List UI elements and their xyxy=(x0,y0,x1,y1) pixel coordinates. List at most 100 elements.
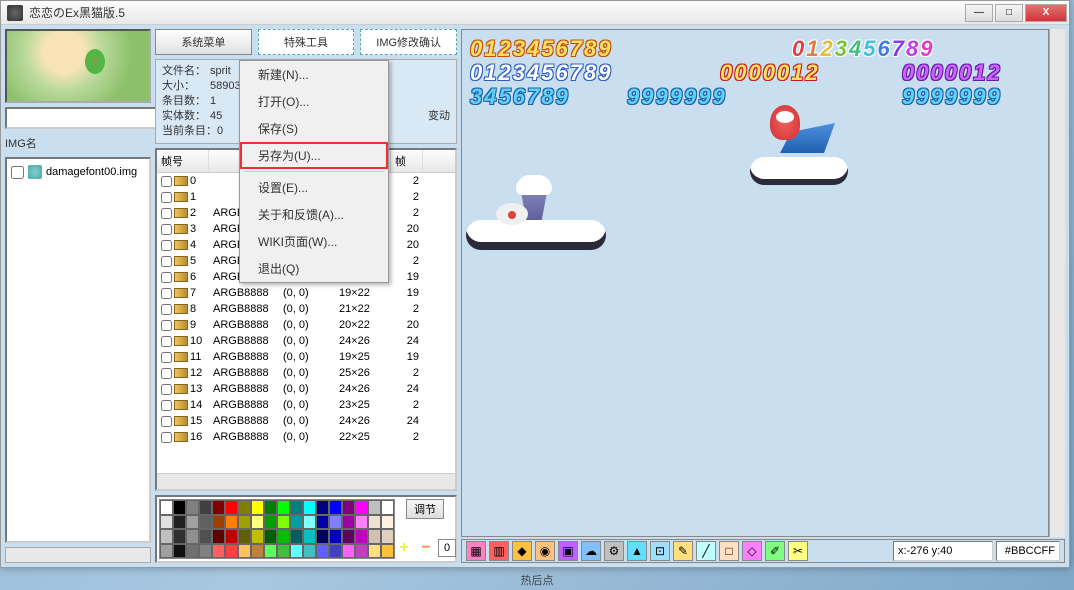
palette-swatch[interactable] xyxy=(368,515,381,530)
table-hscrollbar[interactable] xyxy=(157,473,455,489)
sprite-preview-canvas[interactable]: 0123456789 0123456789 0123456789 0000012… xyxy=(461,29,1049,537)
img-list[interactable]: damagefont00.img xyxy=(5,157,151,543)
palette-swatch[interactable] xyxy=(173,500,186,515)
palette-swatch[interactable] xyxy=(225,500,238,515)
palette-swatch[interactable] xyxy=(303,544,316,559)
cloud-icon[interactable]: ☁ xyxy=(581,541,601,561)
minimize-button[interactable]: — xyxy=(965,4,993,22)
palette-swatch[interactable] xyxy=(251,515,264,530)
palette-swatch[interactable] xyxy=(212,529,225,544)
rect-icon[interactable]: □ xyxy=(719,541,739,561)
row-checkbox[interactable] xyxy=(161,368,172,379)
palette-swatch[interactable] xyxy=(251,500,264,515)
palette-swatch[interactable] xyxy=(329,515,342,530)
palette-swatch[interactable] xyxy=(186,500,199,515)
menu-exit[interactable]: 退出(Q) xyxy=(240,255,388,282)
row-checkbox[interactable] xyxy=(161,272,172,283)
row-checkbox[interactable] xyxy=(161,432,172,443)
palette-swatch[interactable] xyxy=(264,544,277,559)
film-icon[interactable]: ▣ xyxy=(558,541,578,561)
palette-swatch[interactable] xyxy=(303,529,316,544)
magnify-icon[interactable]: ⚙ xyxy=(604,541,624,561)
table-row[interactable]: 10ARGB8888(0, 0)24×2624 xyxy=(157,333,455,349)
grid-icon[interactable]: ▦ xyxy=(466,541,486,561)
special-tools-button[interactable]: 特殊工具 xyxy=(258,29,355,55)
menu-new[interactable]: 新建(N)... xyxy=(240,61,388,88)
palette-swatch[interactable] xyxy=(342,544,355,559)
row-checkbox[interactable] xyxy=(161,224,172,235)
row-checkbox[interactable] xyxy=(161,384,172,395)
palette-swatch[interactable] xyxy=(303,500,316,515)
palette-swatch[interactable] xyxy=(251,544,264,559)
table-row[interactable]: 7ARGB8888(0, 0)19×2219 xyxy=(157,285,455,301)
palette-swatch[interactable] xyxy=(160,529,173,544)
palette-swatch[interactable] xyxy=(316,515,329,530)
palette-swatch[interactable] xyxy=(186,544,199,559)
menu-wiki[interactable]: WIKI页面(W)... xyxy=(240,228,388,255)
palette-swatch[interactable] xyxy=(238,500,251,515)
palette-swatch[interactable] xyxy=(264,529,277,544)
palette-swatch[interactable] xyxy=(186,529,199,544)
palette-swatch[interactable] xyxy=(251,529,264,544)
palette-swatch[interactable] xyxy=(277,544,290,559)
menu-about[interactable]: 关于和反馈(A)... xyxy=(240,201,388,228)
row-checkbox[interactable] xyxy=(161,336,172,347)
palette-swatch[interactable] xyxy=(173,529,186,544)
palette-swatch[interactable] xyxy=(173,515,186,530)
img-item-checkbox[interactable] xyxy=(11,166,24,179)
menu-settings[interactable]: 设置(E)... xyxy=(240,174,388,201)
row-checkbox[interactable] xyxy=(161,400,172,411)
palette-swatch[interactable] xyxy=(199,529,212,544)
row-checkbox[interactable] xyxy=(161,208,172,219)
palette-swatch[interactable] xyxy=(212,515,225,530)
palette-swatch[interactable] xyxy=(277,515,290,530)
palette-swatch[interactable] xyxy=(290,529,303,544)
palette-swatch[interactable] xyxy=(277,529,290,544)
palette-swatch[interactable] xyxy=(290,500,303,515)
palette-swatch[interactable] xyxy=(381,515,394,530)
table-row[interactable]: 15ARGB8888(0, 0)24×2624 xyxy=(157,413,455,429)
palette-swatch[interactable] xyxy=(342,515,355,530)
palette-swatch[interactable] xyxy=(160,500,173,515)
palette-swatch[interactable] xyxy=(303,515,316,530)
palette-swatch[interactable] xyxy=(225,515,238,530)
palette-swatch[interactable] xyxy=(329,544,342,559)
palette-swatch[interactable] xyxy=(381,500,394,515)
palette-swatch[interactable] xyxy=(238,529,251,544)
palette-swatch[interactable] xyxy=(381,544,394,559)
crop-icon[interactable]: ⊡ xyxy=(650,541,670,561)
line-icon[interactable]: ╱ xyxy=(696,541,716,561)
row-checkbox[interactable] xyxy=(161,320,172,331)
palette-swatch[interactable] xyxy=(199,500,212,515)
row-checkbox[interactable] xyxy=(161,256,172,267)
palette-swatch[interactable] xyxy=(368,544,381,559)
palette-swatch[interactable] xyxy=(264,515,277,530)
menu-saveas[interactable]: 另存为(U)... xyxy=(240,142,388,169)
preview-vscrollbar[interactable] xyxy=(1049,29,1065,537)
palette-swatch[interactable] xyxy=(264,500,277,515)
palette-swatch[interactable] xyxy=(381,529,394,544)
table-row[interactable]: 8ARGB8888(0, 0)21×222 xyxy=(157,301,455,317)
cat-icon[interactable]: ◉ xyxy=(535,541,555,561)
row-checkbox[interactable] xyxy=(161,304,172,315)
palette-swatch[interactable] xyxy=(316,500,329,515)
palette-swatch[interactable] xyxy=(316,529,329,544)
palette-swatch[interactable] xyxy=(160,515,173,530)
color-icon[interactable]: ◆ xyxy=(512,541,532,561)
maximize-button[interactable]: □ xyxy=(995,4,1023,22)
palette-swatch[interactable] xyxy=(277,500,290,515)
palette-swatch[interactable] xyxy=(316,544,329,559)
table-row[interactable]: 13ARGB8888(0, 0)24×2624 xyxy=(157,381,455,397)
table-row[interactable]: 9ARGB8888(0, 0)20×2220 xyxy=(157,317,455,333)
palette-plus-icon[interactable]: + xyxy=(394,539,414,559)
row-checkbox[interactable] xyxy=(161,288,172,299)
palette-swatch[interactable] xyxy=(329,529,342,544)
row-checkbox[interactable] xyxy=(161,176,172,187)
table-row[interactable]: 11ARGB8888(0, 0)19×2519 xyxy=(157,349,455,365)
row-checkbox[interactable] xyxy=(161,240,172,251)
palette-swatch[interactable] xyxy=(238,515,251,530)
col-frame[interactable]: 帧 xyxy=(391,150,423,172)
col-frame-num[interactable]: 帧号 xyxy=(157,150,209,172)
row-checkbox[interactable] xyxy=(161,416,172,427)
img-confirm-button[interactable]: IMG修改确认 xyxy=(360,29,457,55)
